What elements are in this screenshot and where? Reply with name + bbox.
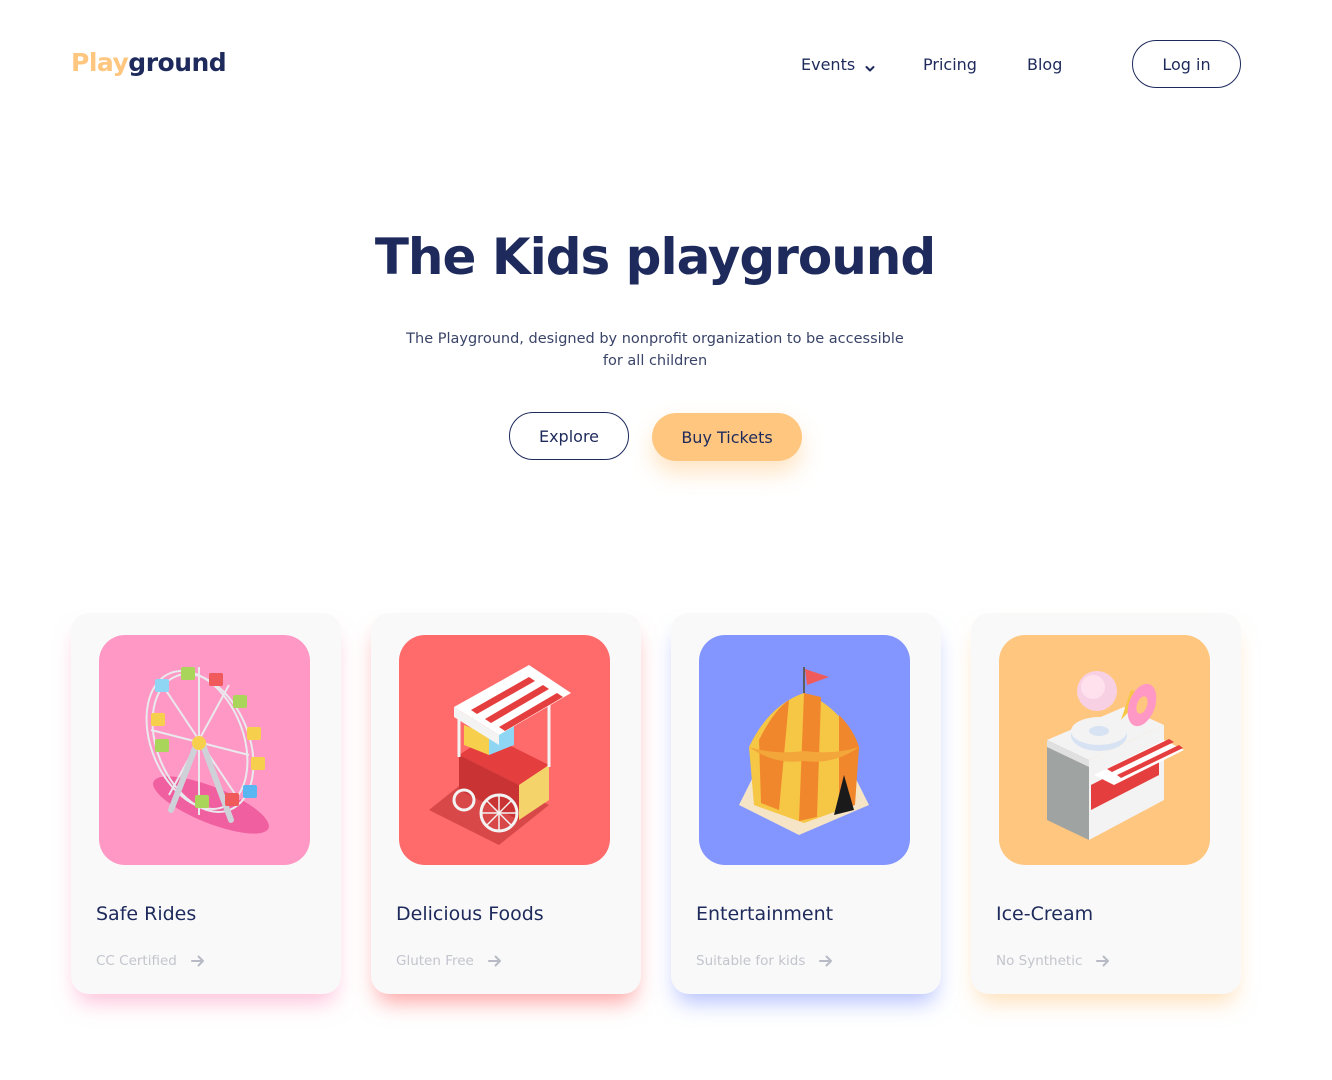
card-title: Entertainment: [696, 903, 834, 925]
feature-card-safe-rides[interactable]: Safe Rides CC Certified: [71, 613, 341, 994]
card-title: Ice-Cream: [996, 903, 1094, 925]
hero-title: The Kids playground: [374, 228, 936, 286]
card-subtitle: Suitable for kids: [696, 953, 806, 969]
arrow-right-icon: [487, 954, 502, 968]
nav-item-pricing[interactable]: Pricing: [923, 52, 977, 76]
nav-item-label: Pricing: [923, 54, 977, 74]
card-link[interactable]: Gluten Free: [396, 953, 502, 969]
nav-item-events[interactable]: Events: [801, 52, 875, 76]
nav-item-label: Events: [801, 54, 856, 74]
card-title: Delicious Foods: [396, 903, 544, 925]
buy-tickets-button[interactable]: Buy Tickets: [652, 413, 802, 461]
card-subtitle: Gluten Free: [396, 953, 474, 969]
food-cart-icon: [399, 635, 610, 865]
card-subtitle: CC Certified: [96, 953, 177, 969]
card-title: Safe Rides: [96, 903, 197, 925]
arrow-right-icon: [819, 954, 833, 968]
feature-card-delicious-foods[interactable]: Delicious Foods Gluten Free: [371, 613, 641, 994]
feature-card-ice-cream[interactable]: Ice-Cream No Synthetic: [971, 613, 1241, 994]
card-link[interactable]: Suitable for kids: [696, 953, 833, 969]
arrow-right-icon: [190, 954, 205, 968]
hero-subtitle: The Playground, designed by nonprofit or…: [406, 331, 904, 369]
circus-tent-icon: [699, 635, 910, 865]
card-link[interactable]: No Synthetic: [996, 953, 1110, 969]
ice-cream-stand-icon: [999, 635, 1210, 865]
ferris-wheel-icon: [99, 635, 310, 865]
nav-item-label: Blog: [1027, 54, 1063, 74]
nav-item-blog[interactable]: Blog: [1027, 52, 1062, 76]
login-button[interactable]: Log in: [1132, 40, 1241, 88]
card-subtitle: No Synthetic: [996, 953, 1083, 969]
arrow-right-icon: [1096, 954, 1110, 968]
chevron-down-icon: [865, 59, 875, 72]
feature-card-entertainment[interactable]: Entertainment Suitable for kids: [671, 613, 941, 994]
explore-button[interactable]: Explore: [509, 412, 629, 460]
card-link[interactable]: CC Certified: [96, 953, 205, 969]
